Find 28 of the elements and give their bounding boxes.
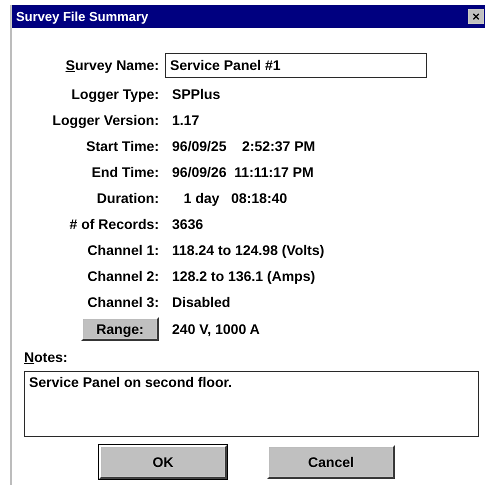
range-button[interactable]: Range: [81,317,159,341]
notes-textarea[interactable]: Service Panel on second floor. [24,371,479,437]
survey-name-input[interactable]: Service Panel #1 [165,52,427,78]
dialog-button[interactable]: Cancel [267,445,395,479]
close-button[interactable]: × [468,9,484,24]
window-title: Survey File Summary [16,8,148,26]
field-label: Channel 3: [86,292,159,312]
field-label: End Time: [90,162,159,182]
field-value: 96/09/26 11:11:17 PM [172,162,314,182]
field-value: 96/09/25 2:52:37 PM [172,136,316,156]
field-value: 118.24 to 124.98 (Volts) [172,240,324,260]
field-label: # of Records: [68,214,159,234]
field-value: 3636 [172,214,204,234]
field-value: 1.17 [172,110,200,130]
field-label: Logger Type: [70,84,159,104]
field-label: Start Time: [85,136,159,156]
field-label: Channel 2: [86,266,159,286]
field-label: Logger Version: [51,110,159,130]
field-value: 1 day 08:18:40 [182,188,288,208]
field-value: SPPlus [172,84,220,104]
notes-label: Notes: [24,348,69,367]
field-value: Disabled [172,292,230,312]
field-label: Survey Name: [64,56,159,75]
field-label: Channel 1: [86,240,159,260]
field-label: Duration: [96,188,159,208]
field-value: 240 V, 1000 A [172,320,260,338]
dialog-button[interactable]: OK [99,445,227,479]
field-value: 128.2 to 136.1 (Amps) [172,266,316,286]
